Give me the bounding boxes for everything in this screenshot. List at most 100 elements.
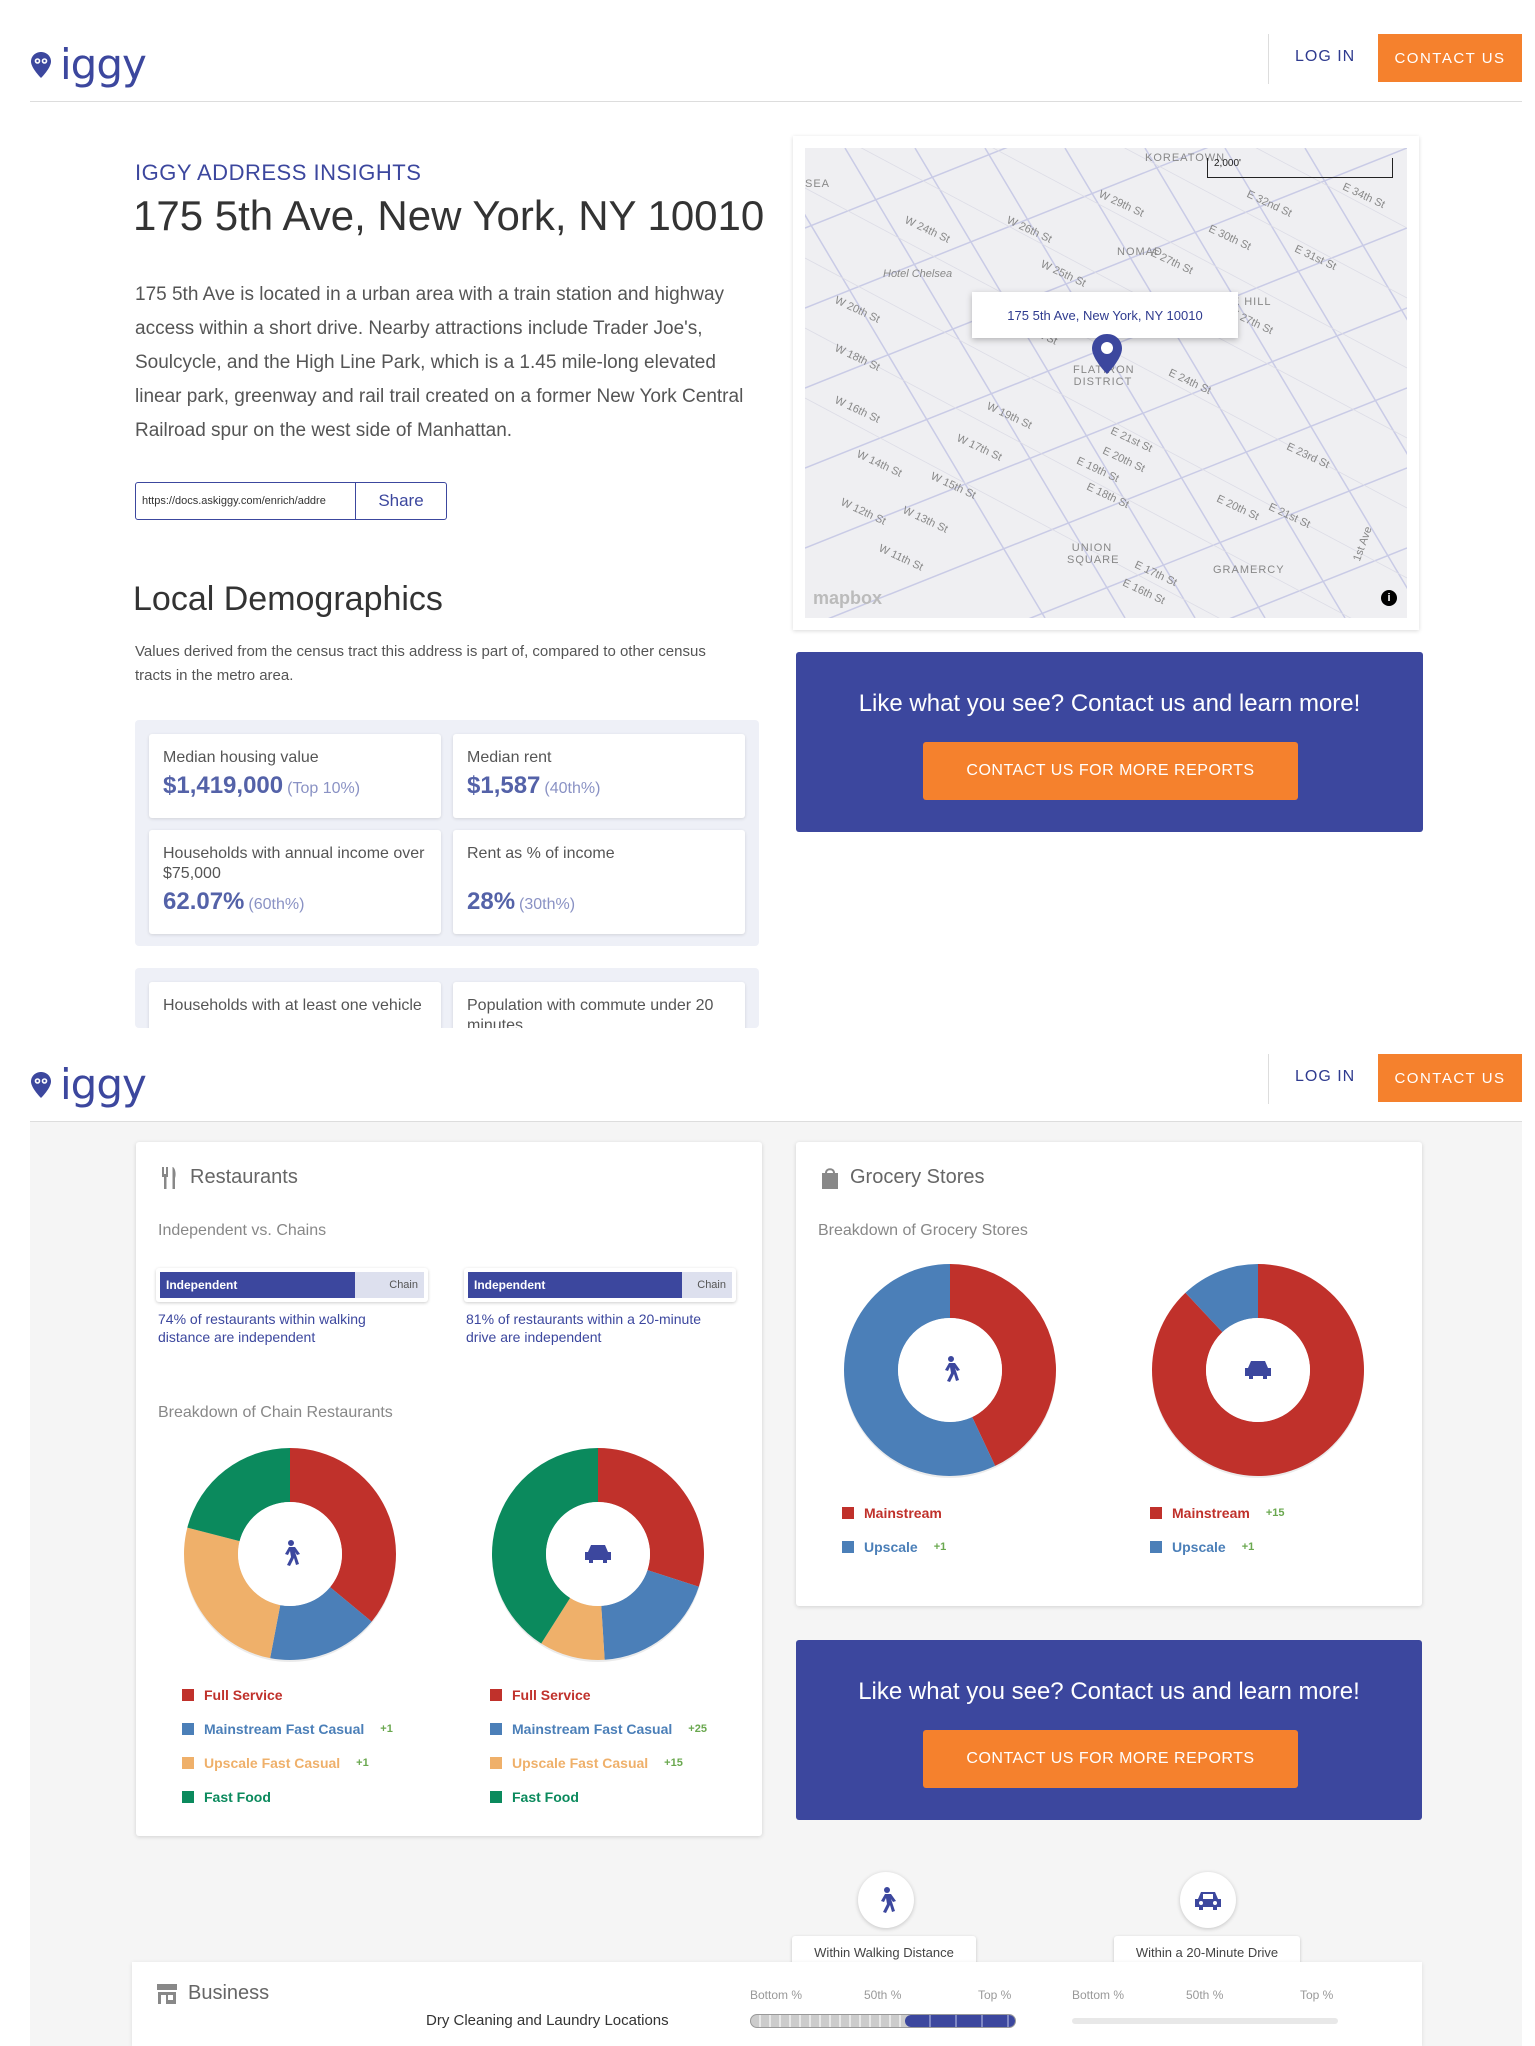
legend-swatch: [842, 1541, 854, 1553]
legend-swatch: [182, 1723, 194, 1735]
stat-card: Rent as % of income 28% (30th%): [453, 830, 745, 934]
business-header: Business: [156, 1982, 269, 2005]
legend-item: Upscale Fast Casual +1: [182, 1746, 393, 1780]
ivc-title: Independent vs. Chains: [158, 1222, 327, 1239]
chain-segment: Chain: [355, 1272, 424, 1298]
walk-percentile-bar: [750, 2014, 1016, 2028]
grocery-walk-donut: [844, 1264, 1056, 1478]
map-label: Hotel Chelsea: [883, 268, 953, 280]
restaurant-walk-legend: Full Service Mainstream Fast Casual +1 Up…: [182, 1678, 393, 1814]
scale-50th-label: 50th %: [864, 1988, 902, 2002]
cta-panel: Like what you see? Contact us and learn …: [796, 1640, 1422, 1820]
stat-card: Households with at least one vehicle: [149, 982, 441, 1028]
contact-more-reports-button[interactable]: CONTACT US FOR MORE REPORTS: [923, 1730, 1298, 1788]
legend-item: Upscale +1: [842, 1530, 946, 1564]
storefront-icon: [157, 1983, 177, 2004]
legend-swatch: [182, 1757, 194, 1769]
restaurants-header: Restaurants: [160, 1166, 298, 1189]
top-nav-sticky: iggy LOG IN CONTACT US: [30, 1048, 1522, 1122]
map-label: SEA: [805, 178, 831, 190]
iggy-logo[interactable]: iggy: [30, 1060, 147, 1109]
address-description: 175 5th Ave is located in a urban area w…: [135, 284, 744, 441]
iggy-pin-icon: [31, 51, 51, 78]
legend-swatch: [182, 1689, 194, 1701]
map[interactable]: KOREATOWN NOMAD FLATIRON DISTRICT UNION …: [805, 148, 1407, 618]
contact-us-button[interactable]: CONTACT US: [1378, 1054, 1522, 1102]
walk-independent-text: 74% of restaurants within walking distan…: [158, 1311, 366, 1345]
stat-label: Rent as % of income: [467, 845, 615, 862]
map-info-icon[interactable]: i: [1381, 590, 1397, 606]
restaurants-title: Restaurants: [190, 1166, 298, 1188]
map-label: GRAMERCY: [1213, 564, 1285, 576]
stat-rank: (40th%): [544, 780, 601, 797]
car-icon: [1180, 1872, 1236, 1928]
grocery-panel: Grocery Stores Breakdown of Grocery Stor…: [796, 1142, 1422, 1606]
grocery-drive-donut: [1152, 1264, 1364, 1478]
walking-icon: [858, 1872, 914, 1928]
map-card: KOREATOWN NOMAD FLATIRON DISTRICT UNION …: [793, 136, 1419, 630]
scale-bottom-label: Bottom %: [1072, 1988, 1125, 2002]
logo-text: iggy: [60, 1060, 147, 1109]
top-nav: iggy LOG IN CONTACT US: [30, 28, 1522, 102]
grocery-walk-legend: Mainstream Upscale +1: [842, 1496, 946, 1564]
legend-swatch: [1150, 1507, 1162, 1519]
legend-item: Mainstream Fast Casual +25: [490, 1712, 707, 1746]
legend-swatch: [182, 1791, 194, 1803]
stat-card: Population with commute under 20 minutes: [453, 982, 745, 1028]
legend-item: Full Service: [490, 1678, 707, 1712]
independent-vs-chain-walk-bar: Independent Chain: [156, 1268, 428, 1302]
grocery-title: Grocery Stores: [850, 1166, 985, 1188]
legend-item: Full Service: [182, 1678, 393, 1712]
page-eyebrow: IGGY ADDRESS INSIGHTS: [135, 160, 422, 185]
drive-independent-text: 81% of restaurants within a 20-minute dr…: [466, 1311, 702, 1345]
stat-card: Median housing value $1,419,000 (Top 10%): [149, 734, 441, 818]
drive-percentile-bar: [1072, 2018, 1338, 2024]
stat-rank: (Top 10%): [287, 780, 361, 797]
stat-value: 28% (30th%): [467, 888, 576, 915]
legend-item: Mainstream +15: [1150, 1496, 1284, 1530]
login-link[interactable]: LOG IN: [1295, 48, 1355, 66]
legend-item: Mainstream: [842, 1496, 946, 1530]
stat-rank: (30th%): [519, 896, 576, 913]
stat-value: $1,587 (40th%): [467, 772, 601, 799]
legend-swatch: [1150, 1541, 1162, 1553]
grocery-bag-icon: [822, 1167, 838, 1189]
logo-text: iggy: [60, 40, 147, 89]
legend-item: Fast Food: [182, 1780, 393, 1814]
restaurant-walk-donut: [183, 1448, 396, 1662]
login-link[interactable]: LOG IN: [1295, 1068, 1355, 1086]
stat-value: 62.07% (60th%): [163, 888, 305, 915]
mapbox-logo[interactable]: mapbox: [813, 588, 882, 609]
share-button[interactable]: Share: [356, 483, 446, 519]
cta-title: Like what you see? Contact us and learn …: [858, 690, 1361, 717]
restaurants-panel: Restaurants Independent vs. Chains Indep…: [136, 1142, 762, 1836]
scale-bottom-label: Bottom %: [750, 1988, 803, 2002]
page-title: 175 5th Ave, New York, NY 10010: [133, 192, 765, 239]
iggy-logo[interactable]: iggy: [30, 40, 147, 89]
donut-hole: [898, 1318, 1002, 1422]
legend-item: Mainstream Fast Casual +1: [182, 1712, 393, 1746]
breakdown-title: Breakdown of Chain Restaurants: [158, 1404, 393, 1421]
map-pin-icon[interactable]: [1089, 332, 1125, 376]
nav-divider: [1268, 1054, 1269, 1104]
stat-rank: (60th%): [248, 896, 305, 913]
scale-50th-label: 50th %: [1186, 1988, 1224, 2002]
scale-top-label: Top %: [978, 1988, 1012, 2002]
stat-label: Households with at least one vehicle: [163, 997, 422, 1014]
donut-hole: [238, 1502, 342, 1606]
legend-swatch: [490, 1757, 502, 1769]
contact-us-button[interactable]: CONTACT US: [1378, 34, 1522, 82]
contact-more-reports-button[interactable]: CONTACT US FOR MORE REPORTS: [923, 742, 1298, 800]
map-label: UNION SQUARE: [1067, 542, 1120, 566]
scale-top-label: Top %: [1300, 1988, 1334, 2002]
share-url-field[interactable]: https://docs.askiggy.com/enrich/addre: [136, 483, 356, 519]
independent-vs-chain-drive-bar: Independent Chain: [464, 1268, 736, 1302]
restaurant-drive-legend: Full Service Mainstream Fast Casual +25 U…: [490, 1678, 707, 1814]
stat-group-2: Households with at least one vehicle Pop…: [135, 968, 759, 1028]
cta-panel: Like what you see? Contact us and learn …: [796, 652, 1423, 832]
legend-swatch: [490, 1689, 502, 1701]
stat-value: $1,419,000 (Top 10%): [163, 772, 361, 799]
chain-segment: Chain: [681, 1272, 732, 1298]
business-row-label: Dry Cleaning and Laundry Locations: [426, 2012, 669, 2029]
cta-title: Like what you see? Contact us and learn …: [858, 1678, 1360, 1705]
